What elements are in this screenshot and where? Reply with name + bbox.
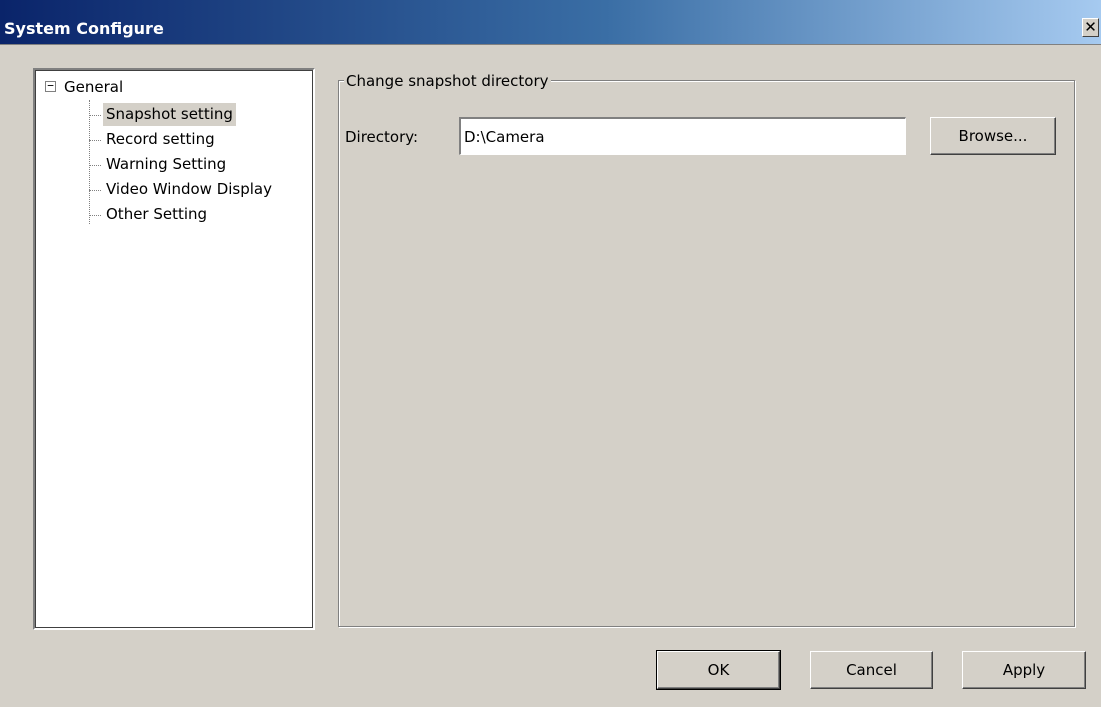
directory-label: Directory: xyxy=(345,128,419,146)
tree-item-label: Warning Setting xyxy=(106,155,227,173)
close-icon: ✕ xyxy=(1084,18,1097,36)
tree-connector-line xyxy=(89,100,90,224)
tree-branch-line xyxy=(89,190,101,191)
settings-tree[interactable]: − General Snapshot setting Record settin… xyxy=(33,68,315,630)
cancel-button[interactable]: Cancel xyxy=(810,651,933,689)
tree-item-label: Record setting xyxy=(106,130,215,148)
apply-button[interactable]: Apply xyxy=(962,651,1086,689)
window-title: System Configure xyxy=(4,19,164,38)
ok-button[interactable]: OK xyxy=(656,650,781,690)
directory-input[interactable] xyxy=(459,117,906,155)
system-configure-dialog: System Configure ✕ − General Snapshot se… xyxy=(0,0,1101,707)
tree-item-label: Snapshot setting xyxy=(103,103,236,126)
tree-branch-line xyxy=(89,215,101,216)
group-legend: Change snapshot directory xyxy=(344,71,551,91)
tree-branch-line xyxy=(89,165,101,166)
title-bar[interactable]: System Configure ✕ xyxy=(0,0,1101,45)
tree-item-label: Video Window Display xyxy=(106,180,272,198)
tree-item-general[interactable]: General xyxy=(64,76,123,98)
browse-button[interactable]: Browse... xyxy=(930,117,1056,155)
tree-branch-line xyxy=(89,115,101,116)
tree-branch-line xyxy=(89,140,101,141)
close-button[interactable]: ✕ xyxy=(1082,18,1099,37)
tree-item-label: Other Setting xyxy=(106,205,208,223)
snapshot-directory-group xyxy=(338,80,1075,627)
collapse-icon[interactable]: − xyxy=(45,80,56,92)
